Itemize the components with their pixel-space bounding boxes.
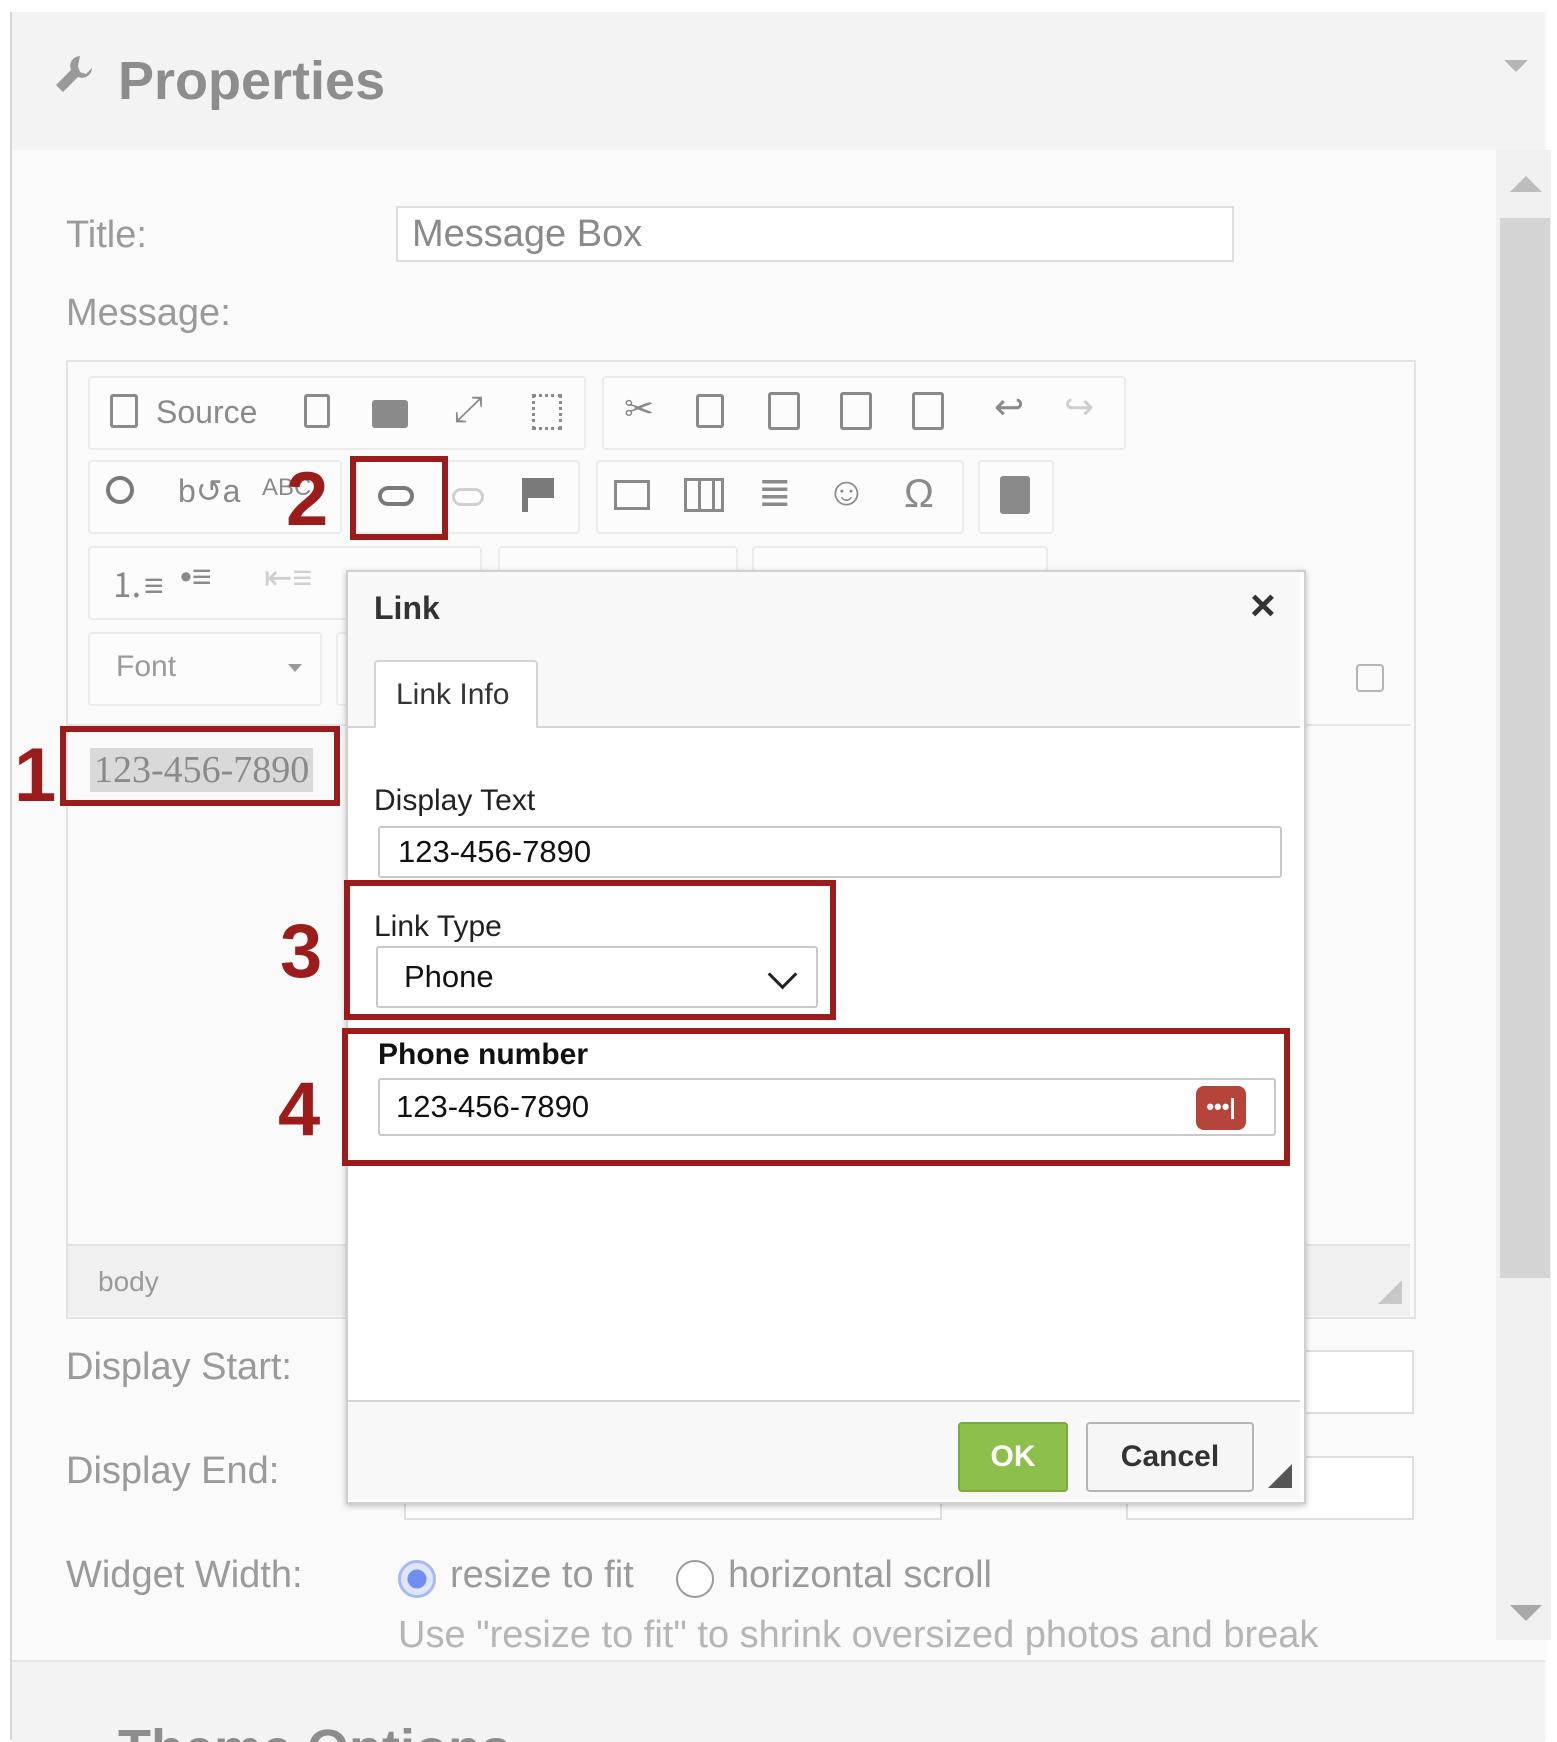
ok-button[interactable]: OK [958,1422,1068,1492]
undo-icon[interactable]: ↩ [994,386,1024,428]
tab-link-info-label: Link Info [396,678,510,711]
image-icon[interactable] [614,480,650,510]
preview-icon[interactable] [304,394,330,428]
chevron-down-icon [288,664,302,672]
widget-width-help: Use "resize to fit" to shrink oversized … [398,1614,1319,1656]
message-label: Message: [66,292,231,334]
annotation-box-2 [350,456,448,540]
annotation-box-3 [344,880,836,1020]
display-start-label: Display Start: [66,1346,292,1388]
find-icon[interactable] [106,476,134,504]
display-text-label: Display Text [374,784,536,817]
scroll-down-icon[interactable] [1510,1605,1542,1621]
horizontal-rule-icon[interactable]: ≣ [758,470,792,516]
scroll-up-icon[interactable] [1510,176,1542,192]
panel-title: Properties [118,51,386,111]
source-button-label: Source [156,394,258,430]
radio-resize-label: resize to fit [450,1554,634,1596]
numbered-list-icon[interactable]: ⒈≡ [110,558,164,607]
outdent-icon[interactable]: ⇤≡ [264,558,312,598]
radio-resize-to-fit[interactable] [398,1560,436,1598]
resize-grip-icon[interactable] [1378,1280,1402,1304]
print-icon[interactable] [372,400,408,428]
paste-icon[interactable] [768,392,800,430]
ok-button-label: OK [990,1440,1036,1473]
special-char-icon[interactable]: Ω [904,472,934,517]
link-dialog-title: Link [374,590,440,626]
anchor-flag [528,478,554,498]
table-icon[interactable] [684,478,724,512]
copy-icon[interactable] [696,394,724,428]
bulleted-list-icon[interactable]: •≡ [180,558,212,597]
annotation-box-1 [60,726,340,806]
theme-options-section[interactable]: Theme Options [12,1660,1545,1742]
annotation-number-3: 3 [280,909,323,994]
redo-icon[interactable]: ↪ [1064,386,1094,428]
annotation-number-2: 2 [286,457,329,542]
panel-collapse-icon[interactable] [1504,60,1528,72]
paste-text-icon[interactable] [840,392,872,430]
show-blocks-icon[interactable] [532,394,562,430]
paste-word-icon[interactable] [912,392,944,430]
title-input[interactable] [396,206,1234,262]
iframe-icon[interactable] [1000,476,1030,514]
smiley-icon[interactable]: ☺ [826,470,867,515]
annotation-number-4: 4 [278,1067,321,1152]
annotation-number-1: 1 [14,733,57,818]
annotation-box-4 [342,1028,1290,1166]
radio-scroll-label: horizontal scroll [728,1554,992,1596]
source-icon [110,394,138,428]
replace-icon[interactable]: b↺a [178,472,240,510]
display-end-label: Display End: [66,1450,280,1492]
scrollbar-thumb[interactable] [1500,218,1550,1278]
unlink-icon[interactable] [452,488,484,506]
radio-horizontal-scroll[interactable] [676,1560,714,1598]
theme-options-title: Theme Options [118,1718,511,1742]
display-text-input[interactable] [378,826,1282,878]
link-dialog-header[interactable] [348,572,1300,646]
cancel-button-label: Cancel [1120,1440,1220,1473]
close-icon[interactable]: × [1250,584,1276,628]
maximize-icon[interactable]: ⤢ [454,388,483,431]
element-path[interactable]: body [98,1266,159,1298]
wrench-icon [52,52,96,96]
dialog-resize-grip-icon[interactable] [1268,1464,1292,1488]
cancel-button[interactable]: Cancel [1086,1422,1254,1492]
toolbar-collapse-icon[interactable] [1356,664,1384,692]
cut-icon[interactable]: ✂ [624,388,654,430]
font-combo-label: Font [116,650,177,683]
title-label: Title: [66,214,147,256]
widget-width-label: Widget Width: [66,1554,303,1596]
